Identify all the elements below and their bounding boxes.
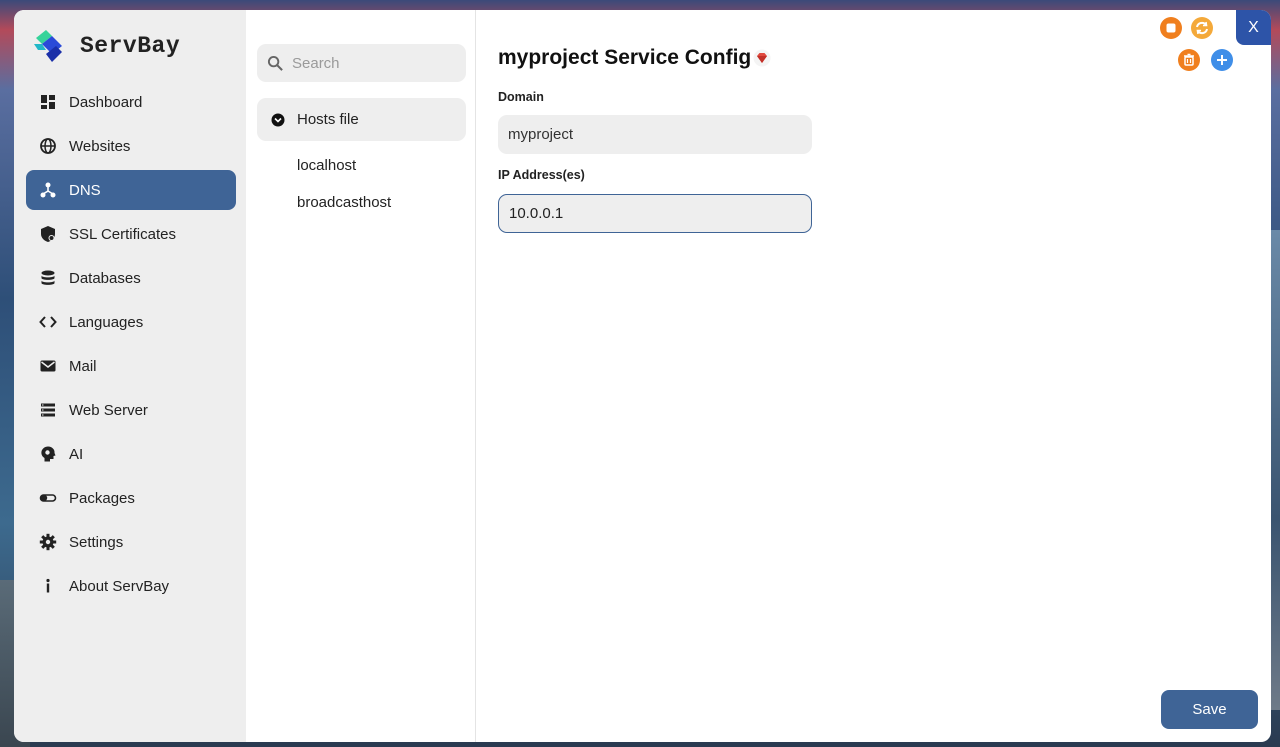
code-icon (39, 316, 57, 328)
list-item-broadcasthost[interactable]: broadcasthost (297, 194, 391, 211)
sidebar-item-label: AI (69, 445, 84, 463)
sidebar-item-label: Packages (69, 489, 135, 507)
sidebar-item-label: SSL Certificates (69, 225, 176, 243)
stop-service-button[interactable] (1160, 17, 1182, 39)
sidebar-item-label: Languages (69, 313, 144, 331)
sidebar-item-label: About ServBay (69, 577, 170, 595)
search-icon (267, 55, 283, 71)
stop-icon (1166, 23, 1176, 33)
sidebar-item-label: Settings (69, 533, 124, 551)
sidebar: ServBay Dashboard Websites DNS SSL Certi… (14, 10, 246, 742)
sidebar-item-label: Dashboard (69, 93, 143, 111)
sidebar-item-dns[interactable]: DNS (26, 170, 236, 210)
shield-icon (41, 226, 55, 242)
gear-icon (39, 533, 57, 551)
add-button[interactable] (1211, 49, 1233, 71)
sidebar-nav: Dashboard Websites DNS SSL Certificates … (26, 82, 236, 610)
servbay-logo-icon (32, 28, 66, 64)
sidebar-item-languages[interactable]: Languages (26, 302, 236, 342)
ip-address-field[interactable]: 10.0.0.1 (498, 194, 812, 233)
domain-label: Domain (498, 90, 544, 104)
chevron-down-icon (271, 113, 285, 126)
sidebar-item-about[interactable]: About ServBay (26, 566, 236, 606)
ruby-gem-icon (753, 49, 771, 67)
hosts-list-pane: Search Hosts file localhost broadcasthos… (246, 10, 476, 742)
server-icon (41, 403, 55, 417)
mail-icon (40, 360, 56, 372)
main-content: myproject Service Config Domain myprojec… (498, 10, 1238, 742)
search-placeholder: Search (292, 54, 340, 72)
app-logo: ServBay (32, 28, 180, 64)
sidebar-item-mail[interactable]: Mail (26, 346, 236, 386)
trash-icon (1184, 53, 1194, 66)
sidebar-item-websites[interactable]: Websites (26, 126, 236, 166)
search-input[interactable]: Search (257, 44, 466, 82)
sidebar-item-label: DNS (69, 181, 101, 199)
close-button[interactable]: X (1236, 10, 1271, 45)
ip-address-label: IP Address(es) (498, 168, 585, 182)
toggle-icon (39, 494, 57, 502)
sidebar-item-dashboard[interactable]: Dashboard (26, 82, 236, 122)
hosts-file-group[interactable]: Hosts file (257, 98, 466, 141)
page-title-text: myproject Service Config (498, 46, 752, 69)
sidebar-item-ai[interactable]: AI (26, 434, 236, 474)
dns-icon (40, 182, 56, 198)
refresh-icon (1196, 21, 1208, 35)
save-button[interactable]: Save (1161, 690, 1258, 729)
delete-button[interactable] (1178, 49, 1200, 71)
restart-service-button[interactable] (1191, 17, 1213, 39)
list-item-localhost[interactable]: localhost (297, 157, 356, 174)
app-name: ServBay (80, 33, 181, 59)
brain-icon (41, 446, 56, 462)
sidebar-item-label: Databases (69, 269, 141, 287)
sidebar-item-web-server[interactable]: Web Server (26, 390, 236, 430)
sidebar-item-label: Websites (69, 137, 131, 155)
sidebar-item-databases[interactable]: Databases (26, 258, 236, 298)
domain-field[interactable]: myproject (498, 115, 812, 154)
page-title: myproject Service Config (498, 46, 771, 70)
app-window: ServBay Dashboard Websites DNS SSL Certi… (14, 10, 1271, 742)
plus-icon (1217, 55, 1227, 65)
database-icon (41, 270, 55, 285)
dashboard-icon (41, 95, 55, 109)
sidebar-item-ssl-certificates[interactable]: SSL Certificates (26, 214, 236, 254)
info-icon (46, 578, 50, 593)
group-label: Hosts file (297, 111, 359, 128)
sidebar-item-label: Web Server (69, 401, 148, 419)
sidebar-item-label: Mail (69, 357, 97, 375)
globe-icon (40, 138, 56, 154)
sidebar-item-settings[interactable]: Settings (26, 522, 236, 562)
sidebar-item-packages[interactable]: Packages (26, 478, 236, 518)
